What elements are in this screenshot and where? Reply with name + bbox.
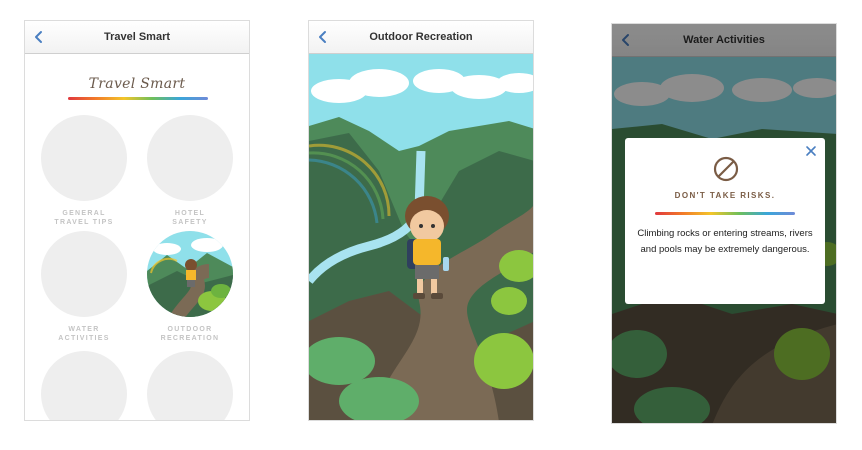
- close-icon: [806, 146, 816, 156]
- tile-hotel-safety[interactable]: HOTEL SAFETY: [147, 115, 233, 227]
- nav-title: Outdoor Recreation: [369, 31, 473, 43]
- prohibited-icon: [713, 156, 739, 182]
- tile-outdoor-recreation[interactable]: OUTDOOR RECREATION: [147, 231, 233, 343]
- warning-modal: DON'T TAKE RISKS. Climbing rocks or ente…: [625, 138, 825, 304]
- tile-label: GENERAL TRAVEL TIPS: [54, 210, 114, 226]
- tile-image-outdoor-illustration: [147, 231, 233, 317]
- outdoor-illustration: [309, 54, 533, 420]
- tile-image: [41, 351, 127, 420]
- nav-bar: Travel Smart: [25, 21, 249, 54]
- close-button[interactable]: [805, 144, 817, 156]
- tile-image: [41, 115, 127, 201]
- water-activities-screen: Water Activities DON'T TAKE RISKS. Climb…: [611, 23, 837, 424]
- nav-bar: Outdoor Recreation: [309, 21, 533, 54]
- tile-image: [41, 231, 127, 317]
- tile-image: [147, 115, 233, 201]
- tile-label: OUTDOOR RECREATION: [160, 326, 220, 342]
- modal-body-text: Climbing rocks or entering streams, rive…: [637, 228, 813, 255]
- tile-water-activities[interactable]: WATER ACTIVITIES: [41, 231, 127, 343]
- tile-placeholder[interactable]: [41, 351, 127, 420]
- tile-image: [147, 351, 233, 420]
- tile-placeholder[interactable]: [147, 351, 233, 420]
- brand-title: Travel Smart: [88, 76, 186, 92]
- rainbow-divider: [68, 97, 208, 100]
- tile-label: HOTEL SAFETY: [172, 210, 208, 226]
- modal-heading: DON'T TAKE RISKS.: [674, 191, 776, 200]
- tile-general-travel-tips[interactable]: GENERAL TRAVEL TIPS: [41, 115, 127, 227]
- nav-title: Travel Smart: [103, 31, 171, 43]
- outdoor-recreation-screen: Outdoor Recreation: [308, 20, 534, 421]
- tile-label: WATER ACTIVITIES: [58, 326, 110, 342]
- travel-smart-screen: Travel Smart Travel Smart GENERAL TRAVEL …: [24, 20, 250, 421]
- rainbow-divider: [655, 212, 795, 215]
